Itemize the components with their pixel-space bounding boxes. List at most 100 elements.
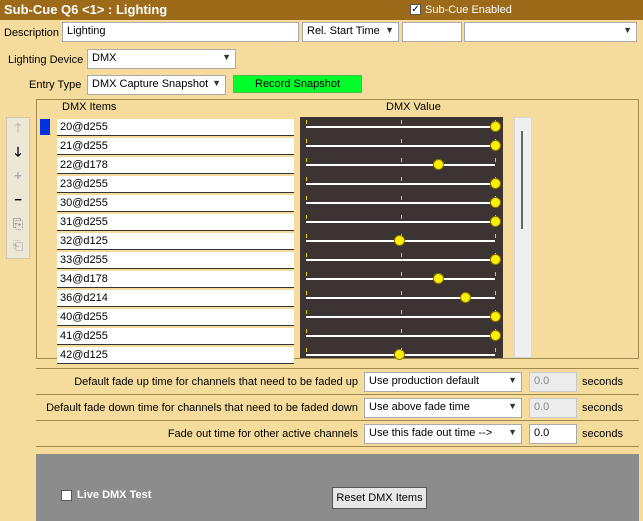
dmx-value-knob[interactable] — [490, 330, 501, 341]
slider-tick — [306, 196, 307, 200]
slider-tick — [306, 310, 307, 314]
description-input[interactable]: Lighting — [62, 22, 299, 42]
dmx-value-knob[interactable] — [490, 140, 501, 151]
dmx-value-slider[interactable] — [306, 335, 495, 337]
dmx-value-knob[interactable] — [460, 292, 471, 303]
lighting-device-select[interactable]: DMX ▼ — [87, 49, 236, 69]
subcue-enabled-checkbox[interactable]: ✓ — [410, 4, 421, 15]
dmx-item-row[interactable]: 21@d255 — [57, 138, 294, 155]
dmx-item-row[interactable]: 42@d125 — [57, 347, 294, 364]
dmx-value-slider[interactable] — [306, 202, 495, 204]
dmx-item-row[interactable]: 23@d255 — [57, 176, 294, 193]
chevron-down-icon: ▼ — [508, 375, 517, 385]
dmx-value-knob[interactable] — [490, 121, 501, 132]
reset-dmx-items-button[interactable]: Reset DMX Items — [332, 487, 427, 509]
slider-tick — [495, 158, 496, 162]
slider-tick — [401, 120, 402, 124]
fade-time-input[interactable]: 0.0 — [529, 398, 577, 418]
dmx-item-row[interactable]: 41@d255 — [57, 328, 294, 345]
start-time-input[interactable] — [402, 22, 462, 42]
dmx-value-knob[interactable] — [490, 216, 501, 227]
dmx-value-knob[interactable] — [490, 178, 501, 189]
record-snapshot-button[interactable]: Record Snapshot — [233, 75, 362, 93]
dmx-item-row[interactable]: 31@d255 — [57, 214, 294, 231]
dmx-value-knob[interactable] — [394, 235, 405, 246]
add-icon[interactable]: + — [7, 166, 29, 186]
fade-setting-value: Use this fade out time --> — [369, 427, 493, 439]
remove-icon[interactable]: − — [7, 190, 29, 210]
slider-tick — [306, 272, 307, 276]
dmx-value-slider[interactable] — [306, 278, 495, 280]
dmx-item-row[interactable]: 22@d178 — [57, 157, 294, 174]
dmx-value-slider[interactable] — [306, 316, 495, 318]
slider-tick — [401, 215, 402, 219]
move-down-icon[interactable]: 🡓 — [7, 142, 29, 162]
dmx-item-row[interactable]: 32@d125 — [57, 233, 294, 250]
fade-time-input[interactable]: 0.0 — [529, 424, 577, 444]
dmx-value-slider[interactable] — [306, 183, 495, 185]
copy-icon[interactable]: ⎘ — [7, 214, 29, 234]
slider-tick — [306, 177, 307, 181]
slider-tick — [306, 329, 307, 333]
slider-tick — [306, 215, 307, 219]
dmx-value-knob[interactable] — [433, 159, 444, 170]
fade-separator — [36, 420, 639, 421]
paste-icon[interactable]: ⎗ — [7, 236, 29, 256]
move-up-icon[interactable]: 🡑 — [7, 118, 29, 138]
dmx-value-slider[interactable] — [306, 145, 495, 147]
dmx-item-row[interactable]: 36@d214 — [57, 290, 294, 307]
fade-setting-select[interactable]: Use production default ▼ — [364, 372, 522, 392]
fade-separator — [36, 446, 639, 447]
fade-time-unit: seconds — [582, 428, 623, 440]
lighting-device-label: Lighting Device — [8, 54, 84, 66]
fade-setting-select[interactable]: Use this fade out time --> ▼ — [364, 424, 522, 444]
live-dmx-test-checkbox[interactable] — [61, 490, 72, 501]
entry-type-value: DMX Capture Snapshot — [92, 78, 209, 90]
chevron-down-icon: ▼ — [508, 427, 517, 437]
fade-time-unit: seconds — [582, 402, 623, 414]
dmx-item-row[interactable]: 20@d255 — [57, 119, 294, 136]
start-time-select[interactable]: Rel. Start Time ▼ — [302, 22, 399, 42]
dmx-value-slider[interactable] — [306, 164, 495, 166]
entry-type-label: Entry Type — [29, 79, 82, 91]
fade-setting-label: Fade out time for other active channels — [167, 428, 358, 440]
slider-tick — [306, 253, 307, 257]
slider-tick — [401, 310, 402, 314]
list-scrollbar-thumb[interactable] — [521, 131, 523, 229]
entry-type-select[interactable]: DMX Capture Snapshot ▼ — [87, 75, 226, 95]
fade-setting-label: Default fade down time for channels that… — [46, 402, 358, 414]
slider-tick — [495, 291, 496, 295]
dmx-item-row[interactable]: 40@d255 — [57, 309, 294, 326]
dmx-value-knob[interactable] — [394, 349, 405, 360]
dmx-value-slider[interactable] — [306, 259, 495, 261]
window-title: Sub-Cue Q6 <1> : Lighting — [4, 2, 168, 17]
list-scrollbar[interactable] — [514, 117, 532, 358]
fade-setting-select[interactable]: Use above fade time ▼ — [364, 398, 522, 418]
fade-time-input[interactable]: 0.0 — [529, 372, 577, 392]
slider-tick — [495, 234, 496, 238]
dmx-value-knob[interactable] — [490, 311, 501, 322]
slider-tick — [401, 291, 402, 295]
live-dmx-test-label: Live DMX Test — [77, 489, 152, 501]
dmx-value-knob[interactable] — [433, 273, 444, 284]
chevron-down-icon: ▼ — [508, 401, 517, 411]
dmx-value-knob[interactable] — [490, 197, 501, 208]
slider-tick — [401, 177, 402, 181]
slider-tick — [495, 272, 496, 276]
dmx-item-row[interactable]: 34@d178 — [57, 271, 294, 288]
fade-setting-label: Default fade up time for channels that n… — [74, 376, 358, 388]
slider-tick — [401, 139, 402, 143]
chevron-down-icon: ▼ — [222, 52, 231, 62]
dmx-value-knob[interactable] — [490, 254, 501, 265]
dmx-value-slider[interactable] — [306, 221, 495, 223]
description-label: Description — [4, 27, 60, 39]
dmx-value-slider[interactable] — [306, 126, 495, 128]
subcue-enabled-label: Sub-Cue Enabled — [425, 4, 512, 16]
fade-time-unit: seconds — [582, 376, 623, 388]
dmx-item-row[interactable]: 30@d255 — [57, 195, 294, 212]
slider-tick — [306, 291, 307, 295]
start-time-extra-select[interactable]: ▼ — [464, 22, 637, 42]
dmx-item-row[interactable]: 33@d255 — [57, 252, 294, 269]
fade-separator — [36, 394, 639, 395]
slider-tick — [401, 253, 402, 257]
